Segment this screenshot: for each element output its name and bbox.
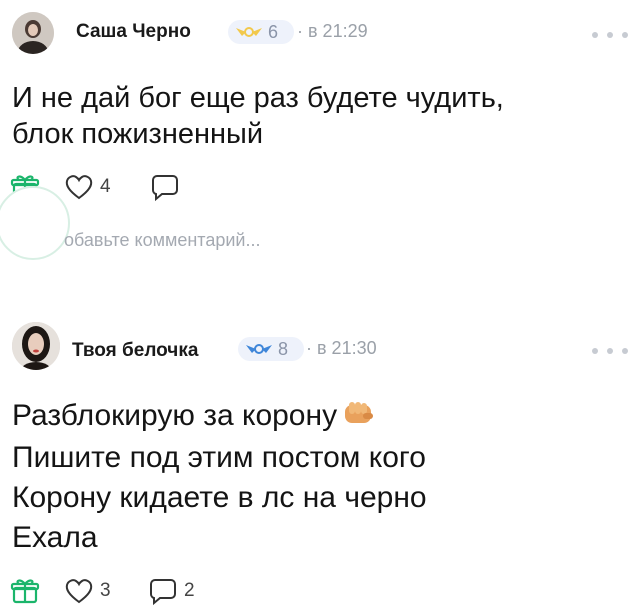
level-wings-icon xyxy=(236,27,262,37)
heart-icon xyxy=(65,579,93,604)
fist-emoji xyxy=(343,398,375,438)
post-time: · в 21:29 xyxy=(297,21,368,41)
post-time: · в 21:30 xyxy=(306,338,377,358)
like-count: 3 xyxy=(100,580,111,601)
level-number: 8 xyxy=(278,338,289,359)
post-text-line: Ехала xyxy=(12,521,98,554)
like-button[interactable]: 3 xyxy=(64,574,111,608)
avatar[interactable] xyxy=(12,322,60,370)
post-text: Разблокирую за корону Пишите под этим по… xyxy=(12,396,622,558)
post-text-fragment: Разблокирую за корону xyxy=(12,399,338,432)
post-text-line: Корону кидаете в лс на черно xyxy=(12,481,427,514)
more-icon[interactable] xyxy=(592,30,628,40)
post-header: Саша Черно 6 · в 21:29 xyxy=(0,0,640,64)
author-name[interactable]: Саша Черно xyxy=(76,21,191,43)
post-text: И не дай бог еще раз будете чудить, блок… xyxy=(12,80,622,152)
comment-icon xyxy=(150,579,176,606)
post-text-line: И не дай бог еще раз будете чудить, xyxy=(12,82,504,114)
comment-composer: обавьте комментарий... xyxy=(0,182,640,262)
comment-input[interactable]: обавьте комментарий... xyxy=(64,230,260,251)
level-badge[interactable]: 6 xyxy=(228,20,294,44)
post-text-line: блок пожизненный xyxy=(12,118,264,150)
more-icon[interactable] xyxy=(592,346,628,356)
level-number: 6 xyxy=(268,21,279,42)
author-name[interactable]: Твоя белочка xyxy=(72,340,198,362)
gift-button[interactable] xyxy=(10,574,40,608)
post-header: Твоя белочка 8 · в 21:30 xyxy=(0,312,640,376)
level-badge[interactable]: 8 xyxy=(238,337,304,361)
post-text-line: Разблокирую за корону xyxy=(12,396,622,438)
post: Твоя белочка 8 · в 21:30 Разблокирую за … xyxy=(0,312,640,610)
gift-icon xyxy=(10,579,40,604)
post: Саша Черно 6 · в 21:29 И не дай бог еще … xyxy=(0,0,640,290)
comment-button[interactable]: 2 xyxy=(148,574,195,608)
level-wings-icon xyxy=(246,344,272,354)
avatar[interactable] xyxy=(12,12,54,54)
loading-spinner xyxy=(0,186,70,260)
post-text-line: Пишите под этим постом кого xyxy=(12,441,426,474)
post-actions: 3 2 xyxy=(0,574,640,608)
comment-count: 2 xyxy=(184,580,195,601)
